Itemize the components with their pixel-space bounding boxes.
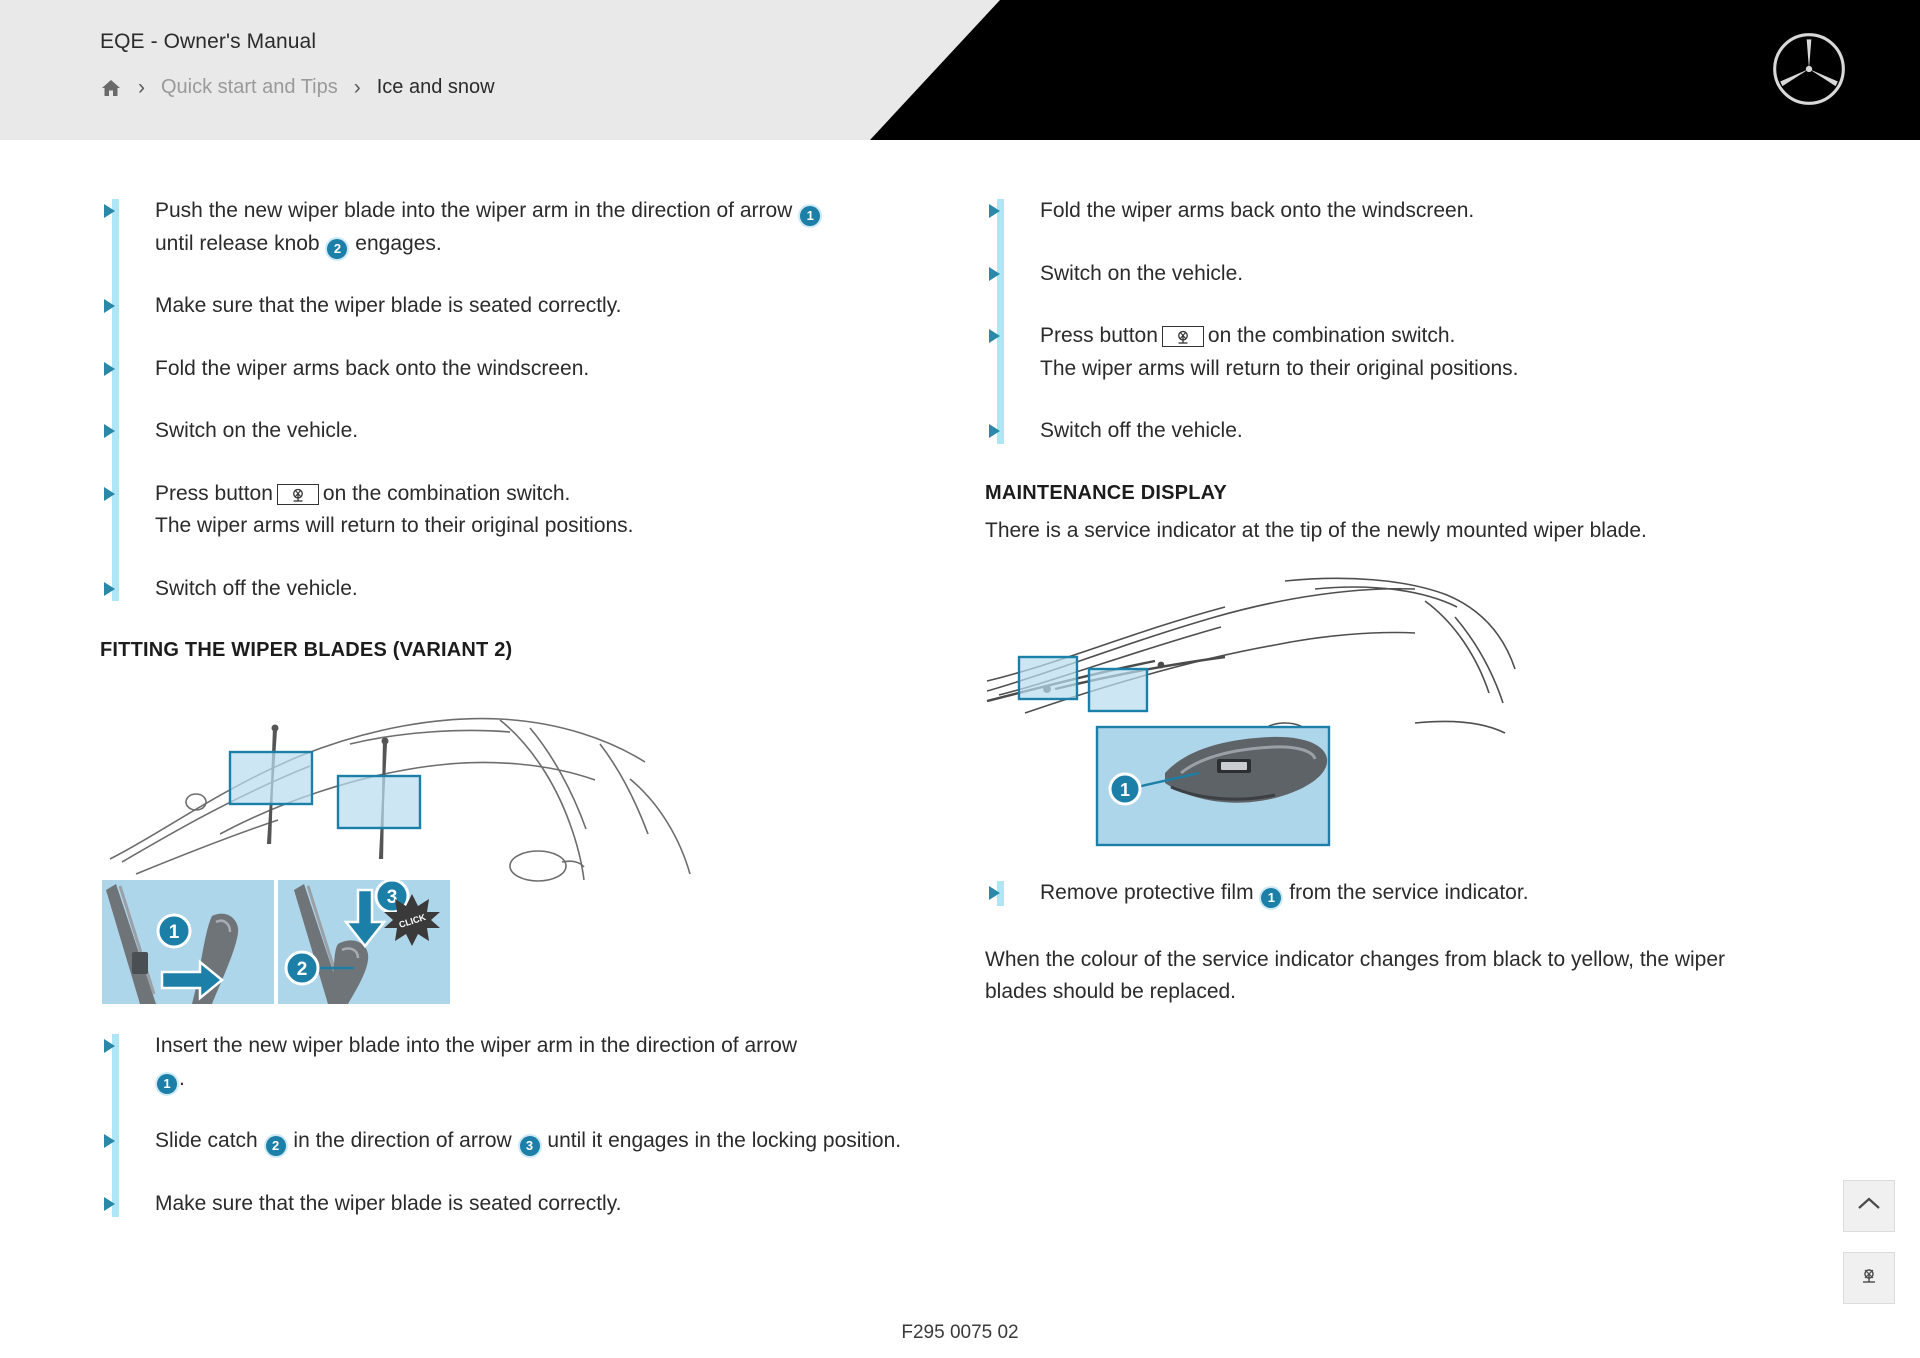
wiper-icon	[1856, 1265, 1882, 1292]
right-steps-top-list: Fold the wiper arms back onto the windsc…	[985, 195, 1815, 448]
svg-text:1: 1	[169, 922, 180, 943]
bullet-triangle-icon	[989, 329, 1000, 344]
step-text-mid: in the direction of arrow	[293, 1129, 512, 1153]
bullet-triangle-icon	[989, 266, 1000, 281]
list-item: Slide catch 2 in the direction of arrow …	[100, 1125, 930, 1158]
step-text: Press button on the combination switch. Th…	[1040, 320, 1519, 385]
left-column: Push the new wiper blade into the wiper …	[100, 195, 930, 1221]
step-text: Switch off the vehicle.	[155, 576, 358, 600]
list-item: Press button on the combination switch. Th…	[100, 478, 930, 543]
page-header: EQE - Owner's Manual › Quick start and T…	[0, 0, 1920, 140]
step-text: Push the new wiper blade into the wiper …	[155, 195, 822, 260]
scroll-to-top-button[interactable]	[1843, 1180, 1895, 1232]
svg-text:2: 2	[297, 959, 308, 980]
list-item: Fold the wiper arms back onto the windsc…	[985, 195, 1815, 228]
step-text: Switch off the vehicle.	[1040, 419, 1243, 443]
callout-number: 1	[1261, 888, 1282, 909]
home-icon[interactable]	[100, 78, 122, 98]
left-steps-bottom-list: Insert the new wiper blade into the wipe…	[100, 1030, 930, 1220]
callout-number: 2	[327, 238, 348, 259]
step-text-sub: The wiper arms will return to their orig…	[1040, 356, 1519, 380]
manual-page: EQE - Owner's Manual › Quick start and T…	[0, 0, 1920, 1358]
manual-title: EQE - Owner's Manual	[100, 30, 317, 53]
step-text-sub: The wiper arms will return to their orig…	[155, 514, 634, 538]
step-text-pre: Slide catch	[155, 1129, 258, 1153]
section-heading-maintenance-display: MAINTENANCE DISPLAY	[985, 481, 1227, 504]
list-item: Push the new wiper blade into the wiper …	[100, 195, 930, 260]
list-item: Switch on the vehicle.	[985, 258, 1815, 291]
bullet-triangle-icon	[104, 1134, 115, 1149]
bullet-triangle-icon	[989, 204, 1000, 218]
bullet-triangle-icon	[989, 424, 1000, 439]
step-text-post: on the combination switch.	[1207, 324, 1456, 348]
breadcrumb-current: Ice and snow	[376, 76, 495, 98]
bullet-triangle-icon	[104, 424, 115, 439]
callout-number: 2	[265, 1136, 286, 1157]
step-text-pre: Press button	[155, 481, 273, 505]
step-text-pre: Remove protective film	[1040, 881, 1254, 905]
step-text: Make sure that the wiper blade is seated…	[155, 294, 622, 318]
list-item: Press button on the combination switch. Th…	[985, 320, 1815, 385]
chevron-up-icon	[1856, 1194, 1882, 1219]
list-item: Make sure that the wiper blade is seated…	[100, 1188, 930, 1221]
mercedes-benz-star-logo	[1770, 30, 1848, 108]
step-text-mid: until release knob	[155, 231, 320, 255]
bullet-triangle-icon	[989, 886, 1000, 901]
svg-text:1: 1	[1120, 780, 1130, 800]
step-text: Press button on the combination switch. Th…	[155, 478, 634, 543]
breadcrumb-separator-2: ›	[353, 76, 361, 99]
callout-number: 3	[519, 1136, 540, 1157]
list-item: Switch off the vehicle.	[100, 573, 930, 606]
step-text: Fold the wiper arms back onto the windsc…	[1040, 199, 1475, 222]
list-item: Remove protective film 1 from the servic…	[985, 877, 1815, 910]
bullet-triangle-icon	[104, 299, 115, 314]
bullet-triangle-icon	[104, 581, 115, 596]
step-text: Insert the new wiper blade into the wipe…	[155, 1030, 797, 1095]
wiper-tool-button[interactable]	[1843, 1252, 1895, 1304]
step-text-post: .	[179, 1066, 185, 1090]
step-text-post: until it engages in the locking position…	[547, 1129, 902, 1153]
right-column: Fold the wiper arms back onto the windsc…	[985, 195, 1815, 1009]
bullet-triangle-icon	[104, 204, 115, 218]
bullet-triangle-icon	[104, 1197, 115, 1212]
header-text-block: EQE - Owner's Manual › Quick start and T…	[100, 30, 495, 99]
section-heading-fitting-wiper-blades: FITTING THE WIPER BLADES (VARIANT 2)	[100, 639, 513, 662]
wiper-button-icon	[1161, 326, 1204, 348]
step-text-post: engages.	[355, 231, 442, 255]
callout-number: 1	[157, 1073, 177, 1094]
maintenance-display-intro: There is a service indicator at the tip …	[985, 518, 1647, 542]
list-item: Switch off the vehicle.	[985, 415, 1815, 448]
header-black-banner	[870, 0, 1920, 140]
step-text: Remove protective film 1 from the servic…	[1040, 877, 1529, 910]
bullet-triangle-icon	[104, 486, 115, 501]
breadcrumb-parent-link[interactable]: Quick start and Tips	[161, 76, 338, 99]
list-item: Fold the wiper arms back onto the windsc…	[100, 353, 930, 386]
step-text: Slide catch 2 in the direction of arrow …	[155, 1125, 901, 1158]
svg-text:3: 3	[387, 887, 398, 908]
step-text-pre: Press button	[1040, 324, 1158, 348]
breadcrumb-separator-1: ›	[138, 76, 145, 99]
step-text-post: from the service indicator.	[1289, 881, 1529, 905]
bullet-triangle-icon	[104, 361, 115, 376]
right-step-after-figure-list: Remove protective film 1 from the servic…	[985, 877, 1815, 910]
footer-document-code: F295 0075 02	[901, 1322, 1019, 1343]
bullet-triangle-icon	[104, 1039, 115, 1054]
service-indicator-illustration: 1	[985, 573, 1685, 863]
step-text-pre: Insert the new wiper blade into the wipe…	[155, 1034, 797, 1058]
step-text-pre: Push the new wiper blade into the wiper …	[155, 199, 793, 222]
wiper-blade-fitting-variant2-illustration: 1 3 2 CLICK	[100, 684, 800, 1005]
step-text: Fold the wiper arms back onto the windsc…	[155, 356, 590, 380]
breadcrumb: › Quick start and Tips › Ice and snow	[100, 76, 495, 99]
wiper-button-icon	[276, 483, 319, 505]
callout-number: 1	[800, 206, 821, 226]
left-steps-top-list: Push the new wiper blade into the wiper …	[100, 195, 930, 605]
step-text: Switch on the vehicle.	[1040, 261, 1244, 285]
step-text: Switch on the vehicle.	[155, 419, 359, 443]
closing-paragraph: When the colour of the service indicator…	[985, 947, 1726, 1004]
list-item: Switch on the vehicle.	[100, 415, 930, 448]
list-item: Insert the new wiper blade into the wipe…	[100, 1030, 930, 1095]
list-item: Make sure that the wiper blade is seated…	[100, 290, 930, 323]
step-text: Make sure that the wiper blade is seated…	[155, 1192, 622, 1216]
step-text-post: on the combination switch.	[322, 481, 571, 505]
